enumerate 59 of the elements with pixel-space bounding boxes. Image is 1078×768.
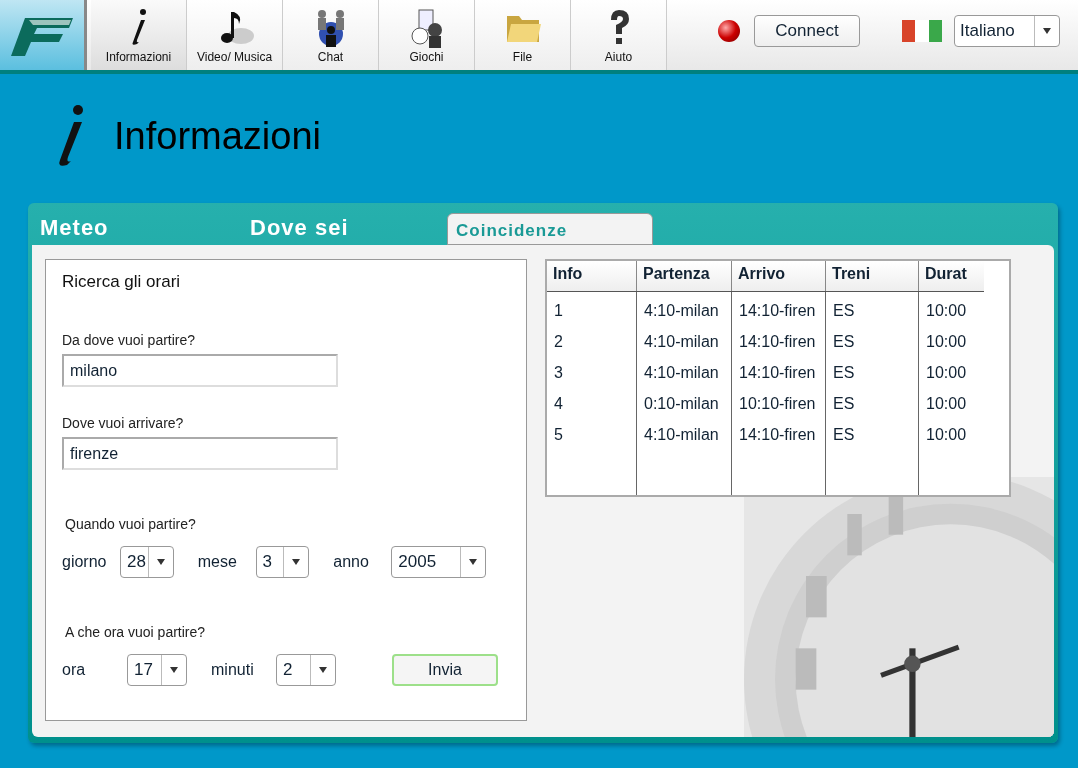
page-title: Informazioni bbox=[114, 115, 321, 158]
table-cell-text: ES bbox=[832, 301, 856, 321]
form-title: Ricerca gli orari bbox=[62, 272, 182, 292]
column-header[interactable]: Partenza bbox=[637, 261, 732, 291]
submit-button[interactable]: Invia bbox=[392, 654, 498, 686]
column-header[interactable]: Info bbox=[547, 261, 637, 291]
column-header[interactable]: Arrivo bbox=[732, 261, 826, 291]
field-label: Dove vuoi arrivare? bbox=[62, 415, 185, 431]
table-cell-text: 10:00 bbox=[925, 332, 968, 352]
field-label: ora bbox=[62, 661, 87, 679]
table-cell-text: 3 bbox=[553, 363, 564, 383]
input-field[interactable]: milano bbox=[62, 354, 338, 387]
table-cell-text: 4:10-milan bbox=[643, 301, 720, 321]
flag-icon bbox=[902, 20, 942, 42]
table-cell-text: ES bbox=[832, 394, 856, 414]
table-cell-text: 14:10-firen bbox=[738, 425, 817, 445]
dropdown[interactable]: 2005 bbox=[391, 546, 486, 578]
table-cell-text: 14:10-firen bbox=[738, 332, 817, 352]
app-logo[interactable] bbox=[0, 0, 87, 70]
field-label: anno bbox=[333, 553, 370, 571]
table-cell-text: 10:00 bbox=[925, 425, 968, 445]
table-cell-text: 4:10-milan bbox=[643, 332, 720, 352]
table-cell-text: 4:10-milan bbox=[643, 425, 720, 445]
language-dropdown[interactable]: Italiano bbox=[954, 15, 1060, 47]
field-label: Da dove vuoi partire? bbox=[62, 332, 197, 348]
table-cell-text: 5 bbox=[553, 425, 564, 445]
field-label: Quando vuoi partire? bbox=[65, 516, 197, 532]
table-cell-text: 14:10-firen bbox=[738, 363, 817, 383]
table-cell-text: 0:10-milan bbox=[643, 394, 720, 414]
table-cell-text: ES bbox=[832, 363, 856, 383]
dropdown[interactable]: 28 bbox=[119, 546, 174, 578]
dropdown[interactable]: 3 bbox=[255, 546, 310, 578]
toolbar-button[interactable]: File bbox=[475, 0, 571, 70]
table-cell-text: ES bbox=[832, 425, 856, 445]
field-label: minuti bbox=[211, 661, 255, 679]
table-cell-text: 14:10-firen bbox=[738, 301, 817, 321]
table-cell-text: 2 bbox=[553, 332, 564, 352]
field-label: giorno bbox=[62, 553, 108, 571]
dropdown[interactable]: 2 bbox=[276, 654, 336, 686]
toolbar-button[interactable]: Informazioni bbox=[91, 0, 187, 70]
connect-button[interactable]: Connect bbox=[754, 15, 860, 47]
table-cell-text: 10:00 bbox=[925, 301, 968, 321]
toolbar-button[interactable]: Chat bbox=[283, 0, 379, 70]
column-header[interactable]: Treni bbox=[826, 261, 919, 291]
toolbar-button[interactable]: Video/ Musica bbox=[187, 0, 283, 70]
field-label: mese bbox=[197, 553, 238, 571]
table-cell-text: 10:10-firen bbox=[738, 394, 817, 414]
table-cell-text: 10:00 bbox=[925, 363, 968, 383]
column-header[interactable]: Durat bbox=[919, 261, 984, 291]
table-cell-text: 4:10-milan bbox=[643, 363, 720, 383]
input-field[interactable]: firenze bbox=[62, 437, 338, 470]
table-cell-text: 10:00 bbox=[925, 394, 968, 414]
field-label: A che ora vuoi partire? bbox=[65, 624, 207, 640]
dropdown[interactable]: 17 bbox=[127, 654, 187, 686]
toolbar-button[interactable]: Giochi bbox=[379, 0, 475, 70]
table-cell-text: 4 bbox=[553, 394, 564, 414]
table-cell-text: 1 bbox=[553, 301, 564, 321]
table-cell-text: ES bbox=[832, 332, 856, 352]
toolbar-button[interactable]: Aiuto bbox=[571, 0, 667, 70]
